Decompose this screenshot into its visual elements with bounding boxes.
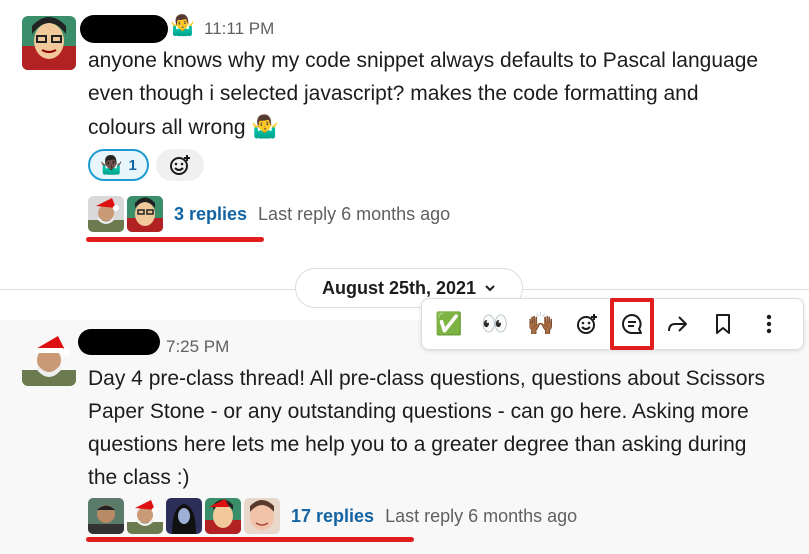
save-message-button[interactable]: [700, 301, 746, 347]
highlight-underline: [86, 237, 264, 242]
message-line: questions here lets me help you to a gre…: [88, 433, 747, 456]
message-body: Day 4 pre-class thread! All pre-class qu…: [88, 362, 808, 494]
react-raised-hands-button[interactable]: 🙌🏾: [518, 301, 564, 347]
redacted-username[interactable]: [80, 15, 168, 43]
message-actions-toolbar: ✅ 👀 🙌🏾: [421, 298, 804, 350]
reply-avatar: [244, 498, 280, 534]
message-line: Paper Stone - or any outstanding questio…: [88, 400, 749, 423]
reply-in-thread-button[interactable]: [610, 298, 654, 350]
message-body: anyone knows why my code snippet always …: [88, 44, 808, 144]
reply-avatar: [205, 498, 241, 534]
react-eyes-button[interactable]: 👀: [472, 301, 518, 347]
avatar[interactable]: [22, 332, 76, 386]
message-timestamp[interactable]: 11:11 PM: [204, 19, 274, 39]
react-check-button[interactable]: ✅: [426, 301, 472, 347]
vertical-ellipsis-icon: [766, 314, 772, 334]
raised-hands-icon: 🙌🏾: [527, 311, 555, 336]
thread-bubble-icon: [622, 314, 642, 334]
more-actions-button[interactable]: [746, 301, 792, 347]
status-emoji-icon: 🤷‍♂️: [170, 15, 195, 37]
shrug-emoji-icon: 🤷‍♂️: [251, 114, 279, 139]
reaction-count: 1: [128, 156, 137, 174]
share-arrow-icon: [668, 316, 687, 332]
share-message-button[interactable]: [654, 301, 700, 347]
thread-summary[interactable]: 3 replies Last reply 6 months ago: [88, 196, 450, 232]
reply-avatar: [166, 498, 202, 534]
message-line: even though i selected javascript? makes…: [88, 82, 699, 105]
message-line: colours all wrong 🤷‍♂️: [88, 114, 279, 139]
replies-link[interactable]: 17 replies: [291, 506, 374, 527]
reaction-pill[interactable]: 🤷🏿‍♂️ 1: [88, 149, 149, 181]
last-reply-text: Last reply 6 months ago: [385, 505, 578, 526]
reply-avatar: [88, 498, 124, 534]
highlight-underline: [86, 537, 414, 542]
chevron-down-icon: [485, 285, 495, 292]
reply-avatar: [127, 196, 163, 232]
shrug-reaction-icon: 🤷🏿‍♂️: [100, 154, 123, 175]
thread-summary[interactable]: 17 replies Last reply 6 months ago: [88, 498, 577, 534]
add-reaction-button[interactable]: [156, 149, 204, 181]
message-timestamp[interactable]: 7:25 PM: [166, 337, 229, 357]
bookmark-icon: [716, 314, 730, 334]
message-line: Day 4 pre-class thread! All pre-class qu…: [88, 367, 765, 390]
avatar[interactable]: [22, 16, 76, 70]
add-reaction-button[interactable]: [564, 301, 610, 347]
reply-avatar: [127, 498, 163, 534]
redacted-username[interactable]: [78, 329, 160, 355]
replies-link[interactable]: 3 replies: [174, 204, 247, 225]
add-emoji-icon: [170, 155, 190, 175]
eyes-icon: 👀: [481, 311, 509, 336]
add-emoji-icon: [577, 314, 597, 334]
message-line: the class :): [88, 466, 190, 489]
last-reply-text: Last reply 6 months ago: [258, 203, 451, 224]
message-line: anyone knows why my code snippet always …: [88, 49, 759, 72]
date-label: August 25th, 2021: [321, 277, 477, 298]
check-mark-icon: ✅: [435, 311, 463, 336]
reply-avatar: [88, 196, 124, 232]
